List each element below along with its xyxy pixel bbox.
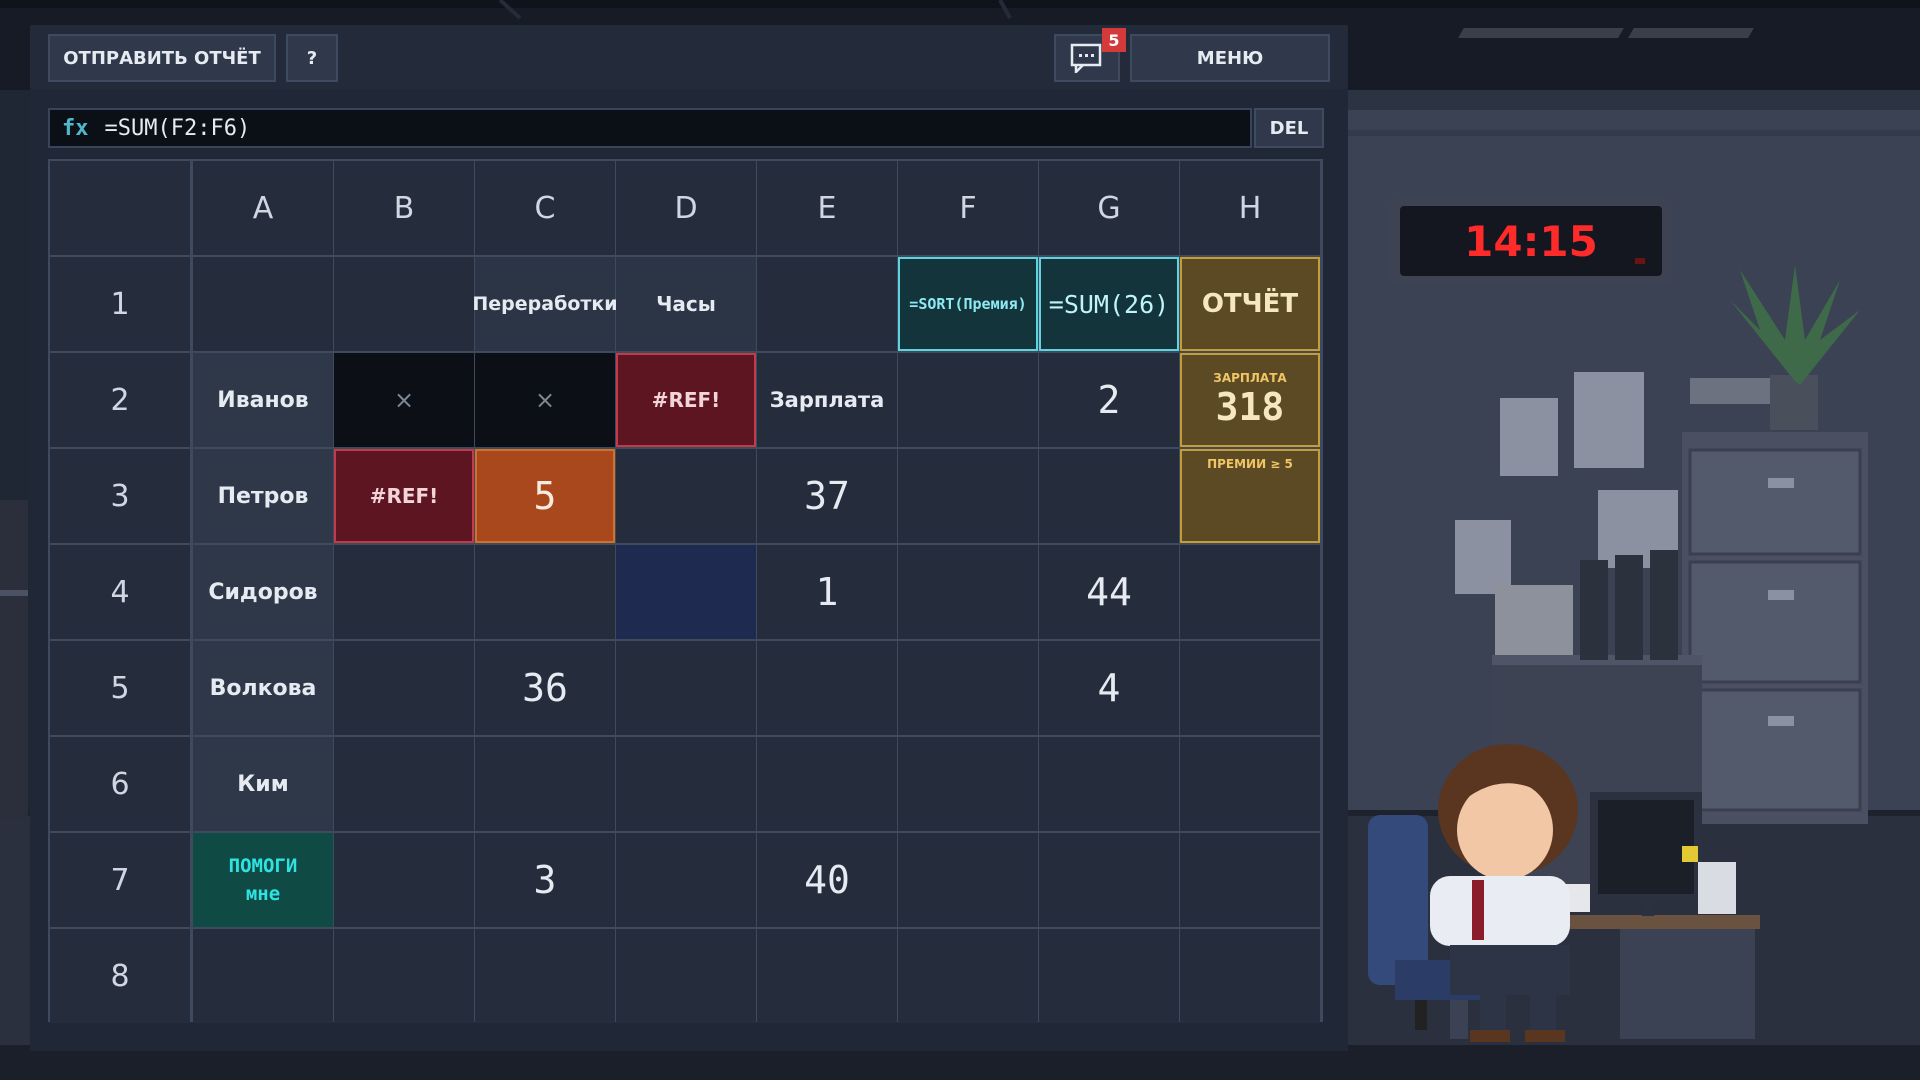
- cell-g7[interactable]: [1039, 833, 1179, 927]
- filing-cabinet: [1682, 432, 1868, 824]
- chat-icon: [1070, 43, 1102, 73]
- corner-cell: [50, 161, 190, 255]
- cell-a5[interactable]: Волкова: [193, 641, 333, 735]
- salary-value: 318: [1215, 385, 1285, 429]
- cell-h4[interactable]: [1180, 545, 1320, 639]
- cell-f3[interactable]: [898, 449, 1038, 543]
- cell-e1[interactable]: [757, 257, 897, 351]
- cell-f4[interactable]: [898, 545, 1038, 639]
- cell-g4[interactable]: 44: [1039, 545, 1179, 639]
- cell-e8[interactable]: [757, 929, 897, 1023]
- help-button[interactable]: ?: [286, 34, 338, 82]
- cell-f2[interactable]: [898, 353, 1038, 447]
- formula-text: =SUM(F2:F6): [104, 115, 251, 141]
- cell-a3[interactable]: Петров: [193, 449, 333, 543]
- cell-e5[interactable]: [757, 641, 897, 735]
- cell-b8[interactable]: [334, 929, 474, 1023]
- row-header-7[interactable]: 7: [50, 833, 190, 927]
- cell-d1[interactable]: Часы: [616, 257, 756, 351]
- spreadsheet-grid: A B C D E F G H 1 Переработки Часы =SORT(Премия) =SU…: [48, 159, 1323, 1023]
- cell-a2[interactable]: Иванов: [193, 353, 333, 447]
- send-report-button[interactable]: ОТПРАВИТЬ ОТЧЁТ: [48, 34, 276, 82]
- cell-g3[interactable]: [1039, 449, 1179, 543]
- cell-d3[interactable]: [616, 449, 756, 543]
- column-header-d[interactable]: D: [616, 161, 756, 255]
- cell-e3[interactable]: 37: [757, 449, 897, 543]
- cell-f7[interactable]: [898, 833, 1038, 927]
- row-header-1[interactable]: 1: [50, 257, 190, 351]
- row-header-3[interactable]: 3: [50, 449, 190, 543]
- cell-a1[interactable]: [193, 257, 333, 351]
- cell-d8[interactable]: [616, 929, 756, 1023]
- menu-button[interactable]: МЕНЮ: [1130, 34, 1330, 82]
- cell-b4[interactable]: [334, 545, 474, 639]
- cell-g6[interactable]: [1039, 737, 1179, 831]
- column-header-f[interactable]: F: [898, 161, 1038, 255]
- cell-d7[interactable]: [616, 833, 756, 927]
- column-header-e[interactable]: E: [757, 161, 897, 255]
- row-header-6[interactable]: 6: [50, 737, 190, 831]
- cell-b3[interactable]: #REF!: [334, 449, 474, 543]
- cell-h3[interactable]: ПРЕМИИ ≥ 5: [1180, 449, 1320, 543]
- row-header-2[interactable]: 2: [50, 353, 190, 447]
- cell-g1[interactable]: =SUM(26): [1039, 257, 1179, 351]
- cell-a7[interactable]: ПОМОГИ мне: [193, 833, 333, 927]
- formula-bar[interactable]: fx =SUM(F2:F6): [48, 108, 1252, 148]
- messages-count-badge: 5: [1102, 28, 1126, 52]
- cell-d2[interactable]: #REF!: [616, 353, 756, 447]
- cell-b5[interactable]: [334, 641, 474, 735]
- cell-c1[interactable]: Переработки: [472, 257, 618, 351]
- fx-icon: fx: [62, 115, 89, 141]
- column-header-c[interactable]: C: [475, 161, 615, 255]
- clock-time: 14:15: [1464, 216, 1598, 266]
- cell-c4[interactable]: [475, 545, 615, 639]
- row-header-4[interactable]: 4: [50, 545, 190, 639]
- cell-f1[interactable]: =SORT(Премия): [898, 257, 1038, 351]
- bonus-label: ПРЕМИИ ≥ 5: [1207, 457, 1293, 471]
- column-header-g[interactable]: G: [1039, 161, 1179, 255]
- column-header-a[interactable]: A: [193, 161, 333, 255]
- cell-h1[interactable]: ОТЧЁТ: [1180, 257, 1320, 351]
- cell-c8[interactable]: [475, 929, 615, 1023]
- cell-c7[interactable]: 3: [475, 833, 615, 927]
- cell-c6[interactable]: [475, 737, 615, 831]
- cell-g8[interactable]: [1039, 929, 1179, 1023]
- cell-c5[interactable]: 36: [475, 641, 615, 735]
- row-header-8[interactable]: 8: [50, 929, 190, 1023]
- cell-c2[interactable]: ×: [475, 353, 615, 447]
- cell-e7[interactable]: 40: [757, 833, 897, 927]
- cell-a6[interactable]: Ким: [193, 737, 333, 831]
- cell-b2[interactable]: ×: [334, 353, 474, 447]
- cell-f5[interactable]: [898, 641, 1038, 735]
- cell-d5[interactable]: [616, 641, 756, 735]
- column-header-b[interactable]: B: [334, 161, 474, 255]
- cell-b7[interactable]: [334, 833, 474, 927]
- row-header-5[interactable]: 5: [50, 641, 190, 735]
- cell-h5[interactable]: [1180, 641, 1320, 735]
- salary-label: ЗАРПЛАТА: [1213, 371, 1287, 385]
- cell-d6[interactable]: [616, 737, 756, 831]
- cell-g5[interactable]: 4: [1039, 641, 1179, 735]
- cell-f6[interactable]: [898, 737, 1038, 831]
- cell-e6[interactable]: [757, 737, 897, 831]
- cell-e4[interactable]: 1: [757, 545, 897, 639]
- cell-h2[interactable]: ЗАРПЛАТА 318: [1180, 353, 1320, 447]
- cell-a4[interactable]: Сидоров: [193, 545, 333, 639]
- cell-h7[interactable]: [1180, 833, 1320, 927]
- cell-a8[interactable]: [193, 929, 333, 1023]
- cell-h8[interactable]: [1180, 929, 1320, 1023]
- cell-g2[interactable]: 2: [1039, 353, 1179, 447]
- delete-button[interactable]: DEL: [1254, 108, 1324, 148]
- column-header-h[interactable]: H: [1180, 161, 1320, 255]
- cell-f8[interactable]: [898, 929, 1038, 1023]
- cell-c3[interactable]: 5: [475, 449, 615, 543]
- messages-button[interactable]: 5: [1054, 28, 1126, 82]
- cell-b6[interactable]: [334, 737, 474, 831]
- cell-e2[interactable]: Зарплата: [757, 353, 897, 447]
- cell-b1[interactable]: [334, 257, 474, 351]
- cell-d4[interactable]: [616, 545, 756, 639]
- cell-h6[interactable]: [1180, 737, 1320, 831]
